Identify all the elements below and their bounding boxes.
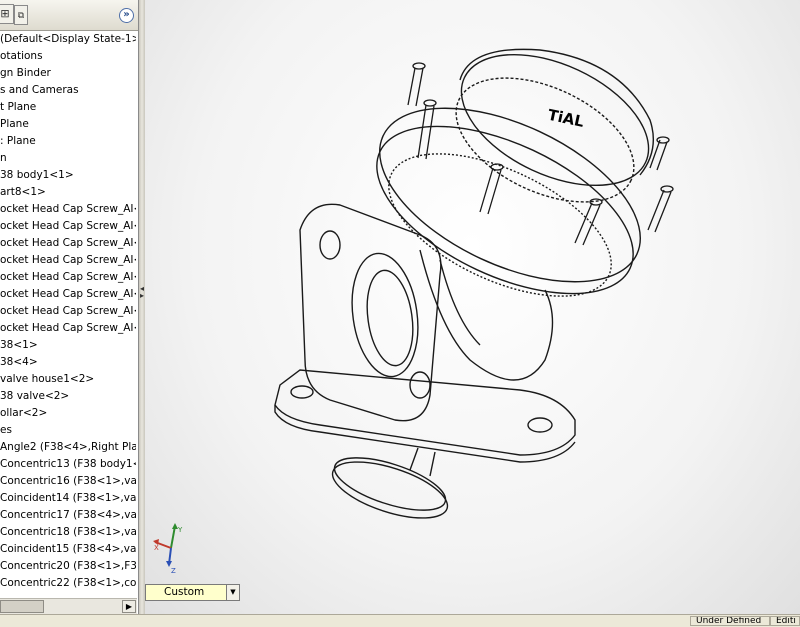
reference-triad-icon: X Y Z [153,523,183,575]
tree-item-mate[interactable]: Angle2 (F38<4>,Right Plane) [0,439,136,456]
status-definition: Under Defined [690,616,770,626]
tree-item-component[interactable]: 38<1> [0,337,38,354]
panel-tab-bar: ⊞ ⧉ » [0,0,138,31]
tree-item-mate[interactable]: Concentric18 (F38<1>,valve h [0,524,136,541]
status-message [0,616,690,626]
tree-item-component[interactable]: ocket Head Cap Screw_AI<6> [0,286,136,303]
tree-item-component[interactable]: ocket Head Cap Screw_AI<5> [0,269,136,286]
tree-item-component[interactable]: art8<1> [0,184,46,201]
tree-item-mate[interactable]: Concentric20 (F38<1>,F38 va [0,558,136,575]
tree-item-lights-cameras[interactable]: s and Cameras [0,82,79,99]
tree-item-annotations[interactable]: otations [0,48,43,65]
tree-item-component[interactable]: 38 body1<1> [0,167,74,184]
view-orientation-dropdown[interactable]: Custom ▼ [145,584,240,601]
status-mode: Editi [770,616,800,626]
tree-item-origin[interactable]: n [0,150,7,167]
svg-text:X: X [154,544,159,552]
chevron-down-icon[interactable]: ▼ [226,585,239,600]
tree-item-component[interactable]: ollar<2> [0,405,47,422]
tree-item-component[interactable]: ocket Head Cap Screw_AI<2> [0,218,136,235]
tree-item-front-plane[interactable]: t Plane [0,99,36,116]
status-bar: Under Defined Editi [0,614,800,627]
svg-text:Y: Y [177,526,183,534]
tree-item-component[interactable]: 38<4> [0,354,38,371]
tree-item-component[interactable]: 38 valve<2> [0,388,69,405]
tree-item-design-binder[interactable]: gn Binder [0,65,51,82]
tree-item-mate[interactable]: Concentric17 (F38<4>,valve h [0,507,136,524]
tree-item-component[interactable]: ocket Head Cap Screw_AI<7> [0,303,136,320]
property-manager-tab[interactable]: ⊞ [0,4,14,24]
tree-item-component[interactable]: ocket Head Cap Screw_AI<3> [0,235,136,252]
tree-item-top-plane[interactable]: Plane [0,116,29,133]
tree-item-component[interactable]: ocket Head Cap Screw_AI<4> [0,252,136,269]
tree-item-mate[interactable]: Concentric22 (F38<1>,collar< [0,575,136,592]
tree-item-component[interactable]: ocket Head Cap Screw_AI<8> [0,320,136,337]
double-chevron-right-icon[interactable]: » [119,8,134,23]
feature-tree: (Default<Display State-1>) otations gn B… [0,31,136,598]
grip-icon[interactable]: ◂ ▸ [140,285,144,307]
brand-logo: TiAL [546,106,586,131]
tree-item-component[interactable]: valve house1<2> [0,371,94,388]
tree-item-mate[interactable]: Concentric16 (F38<1>,valve h [0,473,136,490]
feature-manager-panel: ⊞ ⧉ » (Default<Display State-1>) otation… [0,0,139,614]
tree-item-mate[interactable]: Coincident14 (F38<1>,valve h [0,490,136,507]
tree-icon: ⧉ [17,11,25,21]
tree-item-mate[interactable]: Concentric13 (F38 body1<1>, [0,456,136,473]
tree-item-right-plane[interactable]: : Plane [0,133,36,150]
wastegate-model-drawing: TiAL [274,48,674,519]
horizontal-scrollbar[interactable]: ▶ [0,598,137,614]
tree-item-mates[interactable]: es [0,422,12,439]
tree-item-root[interactable]: (Default<Display State-1>) [0,31,136,48]
configuration-manager-tab[interactable]: ⧉ [14,5,28,25]
scrollbar-thumb[interactable] [0,600,44,613]
tree-item-component[interactable]: ocket Head Cap Screw_AI<1> [0,201,136,218]
svg-text:Z: Z [171,567,176,575]
graphics-area[interactable]: TiAL X Y Z Custom ▼ [145,0,800,614]
view-orientation-value: Custom [164,586,205,598]
tree-item-mate[interactable]: Coincident15 (F38<4>,valve h [0,541,136,558]
arrow-right-icon[interactable]: ▶ [122,600,136,613]
